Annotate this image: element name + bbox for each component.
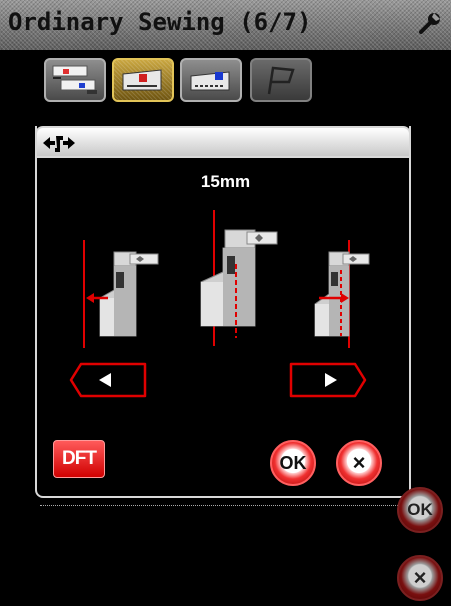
ok-button[interactable]: OK [270, 440, 316, 486]
foot-left-position-illustration [83, 240, 159, 348]
cancel-button[interactable]: × [336, 440, 382, 486]
screen-ok-button[interactable]: OK [397, 487, 443, 533]
move-left-button[interactable] [69, 362, 147, 398]
screen: Ordinary Sewing (6/7) 15mm DFT OK × OK × [0, 0, 451, 606]
move-right-button[interactable] [289, 362, 367, 398]
distance-value: 15mm [200, 172, 251, 191]
foot-position-arrows-icon [43, 136, 75, 152]
divider [40, 505, 420, 506]
stitch-plate-icon [190, 71, 230, 91]
foot-right-position-illustration [314, 240, 370, 348]
dialog-header [35, 126, 411, 158]
title-bar: Ordinary Sewing (6/7) [0, 0, 451, 50]
default-button[interactable]: DFT [53, 440, 105, 478]
page-title: Ordinary Sewing (6/7) [8, 8, 312, 36]
foot-center-position-illustration [200, 210, 278, 346]
presser-foot-icon [122, 69, 162, 91]
mode-tab-3[interactable] [180, 58, 242, 102]
flag-icon [267, 66, 295, 95]
foot-guide-icon [52, 65, 97, 94]
mode-tab-2[interactable] [112, 58, 174, 102]
screen-cancel-button[interactable]: × [397, 555, 443, 601]
mode-tab-1[interactable] [44, 58, 106, 102]
wrench-icon[interactable] [417, 10, 443, 36]
mode-tab-4[interactable] [250, 58, 312, 102]
